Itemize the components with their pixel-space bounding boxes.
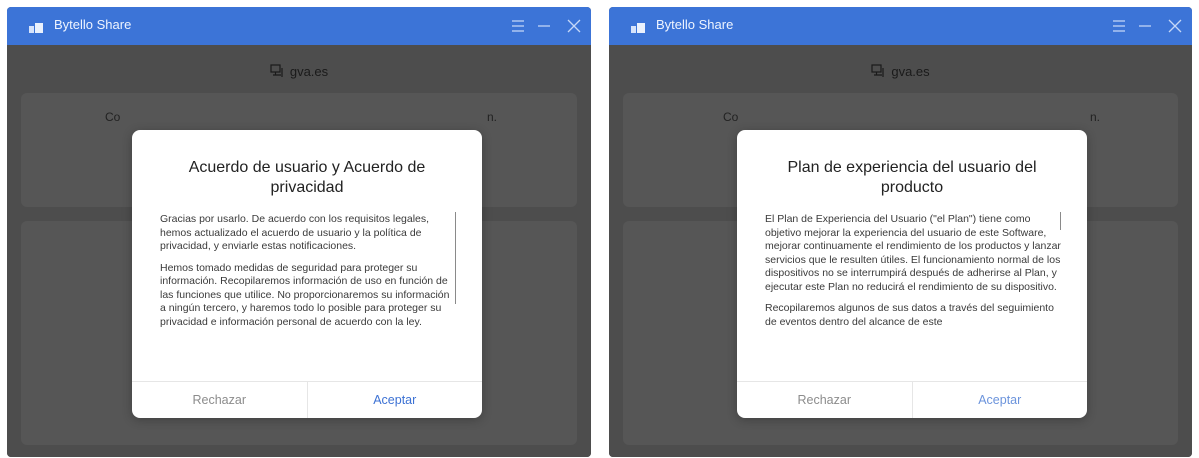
app-logo-icon — [29, 23, 43, 33]
app-logo-icon — [631, 23, 645, 33]
menu-icon[interactable] — [1108, 15, 1130, 37]
title-bar[interactable]: Bytello Share — [609, 7, 1192, 45]
dialog-paragraph: Recopilaremos algunos de sus datos a tra… — [765, 302, 1054, 328]
dialog-paragraph: El Plan de Experiencia del Usuario ("el … — [765, 213, 1061, 293]
reject-button[interactable]: Rechazar — [132, 382, 308, 418]
app-window-right: Bytello Share gva.es Co n. Plan de exper… — [609, 7, 1192, 457]
app-window-left: Bytello Share gva.es Co n. Acuerdo de us… — [7, 7, 591, 457]
main-content-dimmed: gva.es Co n. Plan de experiencia del usu… — [609, 45, 1192, 457]
minimize-icon[interactable] — [1134, 15, 1156, 37]
dialog-actions: Rechazar Aceptar — [737, 381, 1087, 418]
close-icon[interactable] — [1164, 15, 1186, 37]
domain-label: gva.es — [289, 63, 329, 79]
background-text-peek: Co — [723, 110, 739, 124]
dialog-actions: Rechazar Aceptar — [132, 381, 482, 418]
network-share-icon — [871, 64, 884, 77]
user-agreement-dialog: Acuerdo de usuario y Acuerdo de privacid… — [132, 130, 482, 418]
background-text-peek: Co — [105, 110, 121, 124]
dialog-paragraph: Gracias por usarlo. De acuerdo con los r… — [160, 213, 430, 252]
app-title: Bytello Share — [54, 17, 132, 32]
domain-row: gva.es — [609, 61, 1192, 81]
user-experience-plan-dialog: Plan de experiencia del usuario del prod… — [737, 130, 1087, 418]
reject-button[interactable]: Rechazar — [737, 382, 913, 418]
app-title: Bytello Share — [656, 17, 734, 32]
background-text-peek: n. — [1090, 110, 1101, 124]
domain-label: gva.es — [891, 63, 930, 79]
dialog-title: Plan de experiencia del usuario del prod… — [787, 159, 1037, 196]
scrollbar-thumb[interactable] — [455, 212, 456, 304]
accept-button[interactable]: Aceptar — [913, 382, 1088, 418]
background-text-peek: n. — [487, 110, 498, 124]
scrollbar-thumb[interactable] — [1060, 212, 1061, 230]
title-bar[interactable]: Bytello Share — [7, 7, 591, 45]
close-icon[interactable] — [563, 15, 585, 37]
dialog-paragraph: Hemos tomado medidas de seguridad para p… — [160, 261, 450, 328]
menu-icon[interactable] — [507, 15, 529, 37]
domain-row: gva.es — [7, 61, 591, 81]
dialog-content[interactable]: El Plan de Experiencia del Usuario ("el … — [765, 213, 1063, 373]
main-content-dimmed: gva.es Co n. Acuerdo de usuario y Acuerd… — [7, 45, 591, 457]
accept-button[interactable]: Aceptar — [308, 382, 483, 418]
dialog-title: Acuerdo de usuario y Acuerdo de privacid… — [188, 159, 426, 196]
minimize-icon[interactable] — [533, 15, 555, 37]
network-share-icon — [270, 64, 283, 77]
dialog-content[interactable]: Gracias por usarlo. De acuerdo con los r… — [160, 213, 458, 373]
